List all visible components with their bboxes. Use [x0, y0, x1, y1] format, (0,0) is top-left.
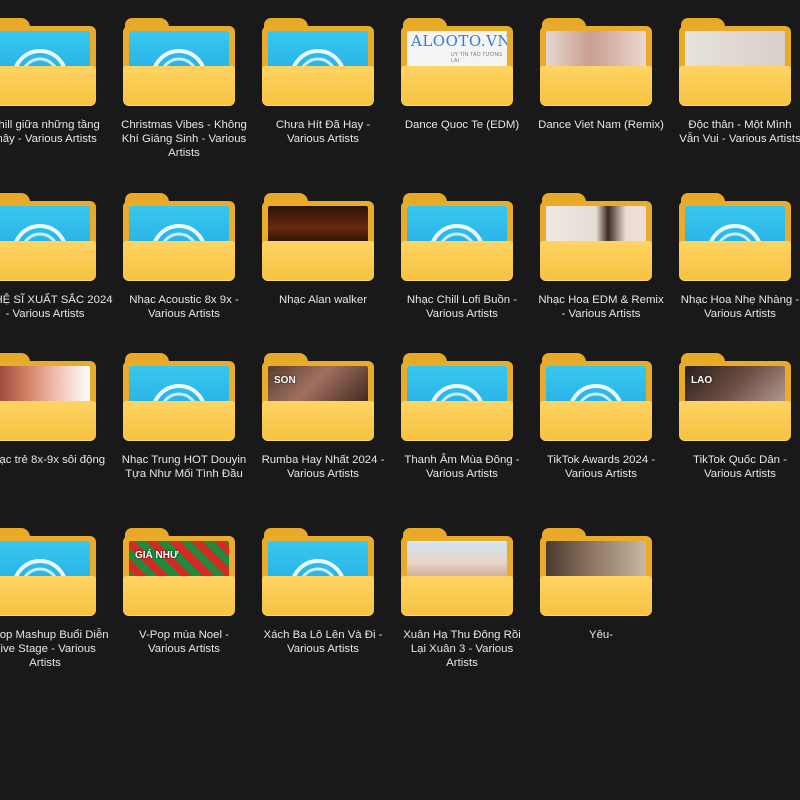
music-disc-icon [407, 366, 507, 406]
thumbnail-text: GIÁ NHƯ [135, 550, 179, 561]
folder-name: Rumba Hay Nhất 2024 - Various Artists [261, 454, 385, 480]
folder-name: Nhạc Alan walker [278, 294, 367, 306]
folder-name: Xách Ba Lô Lên Và Đi - Various Artists [263, 629, 383, 655]
folder-icon: LAO [679, 353, 791, 441]
folder-thumbnail: SON [268, 366, 368, 406]
folder-name: Yêu- [588, 629, 614, 641]
thumbnail-sub-text: UY TÍN TẠO TƯƠNG LAI [451, 52, 503, 64]
folder-icon [123, 353, 235, 441]
music-disc-icon [685, 206, 785, 246]
folder-thumbnail [268, 206, 368, 246]
folder-item[interactable]: Nhạc Hoa Nhẹ Nhàng - Various Artists [675, 175, 800, 335]
folder-name: Christmas Vibes - Không Khí Giáng Sinh -… [121, 119, 247, 159]
folder-name: TikTok Awards 2024 - Various Artists [546, 454, 656, 480]
folder-name: TikTok Quốc Dân - Various Artists [693, 454, 787, 480]
folder-icon [540, 193, 652, 281]
folder-name: Nhạc Chill Lofi Buồn - Various Artists [406, 294, 518, 320]
folder-icon [679, 193, 791, 281]
folder-name: Dance Viet Nam (Remix) [538, 119, 664, 131]
folder-name: Thanh Âm Mùa Đông - Various Artists [404, 454, 520, 480]
folder-item[interactable]: NGHỆ SĨ XUẤT SẮC 2024 - Various Artists [0, 175, 113, 335]
folder-item[interactable]: TikTok Awards 2024 - Various Artists [536, 335, 666, 495]
folder-icon [401, 353, 513, 441]
folder-thumbnail [685, 31, 785, 71]
folder-icon [0, 353, 96, 441]
folder-icon: ALOOTO.VN UY TÍN TẠO TƯƠNG LAI [401, 18, 513, 106]
folder-icon [540, 353, 652, 441]
folder-icon [401, 193, 513, 281]
folder-item[interactable]: Nhạc Chill Lofi Buồn - Various Artists [397, 175, 527, 335]
music-disc-icon [0, 541, 90, 581]
folder-name: Độc thân - Một Mình Vẫn Vui - Various Ar… [679, 119, 800, 145]
music-disc-icon [0, 31, 90, 71]
folder-thumbnail [407, 541, 507, 581]
folder-item[interactable]: V-Pop Mashup Buổi Diễn Live Stage - Vari… [0, 510, 110, 670]
music-disc-icon [268, 31, 368, 71]
folder-name: Nhạc Trung HOT Douyin Tựa Như Mối Tình Đ… [121, 454, 247, 480]
music-disc-icon [129, 31, 229, 71]
folder-icon [123, 193, 235, 281]
folder-name: Xuân Hạ Thu Đông Rồi Lại Xuân 3 - Variou… [403, 629, 521, 669]
folder-thumbnail: GIÁ NHƯ [129, 541, 229, 581]
folder-name: Dance Quoc Te (EDM) [404, 119, 520, 131]
folder-name: V-Pop mùa Noel - Various Artists [139, 629, 229, 655]
folder-thumbnail [0, 366, 90, 406]
folder-item[interactable]: SON Rumba Hay Nhất 2024 - Various Artists [258, 335, 388, 495]
folder-thumbnail [546, 541, 646, 581]
folder-name: Chill giữa những tầng mây - Various Arti… [0, 119, 100, 145]
music-disc-icon [0, 206, 90, 246]
folder-name: V-Pop Mashup Buổi Diễn Live Stage - Vari… [0, 629, 109, 669]
music-disc-icon [268, 541, 368, 581]
folder-item[interactable]: ALOOTO.VN UY TÍN TẠO TƯƠNG LAI Dance Quoc … [397, 0, 527, 160]
folder-thumbnail [546, 31, 646, 71]
folder-item[interactable]: Chill giữa những tầng mây - Various Arti… [0, 0, 110, 160]
folder-item[interactable]: Nhạc Alan walker [258, 175, 388, 335]
thumbnail-text: LAO [691, 375, 713, 386]
thumbnail-logo-text: ALOOTO.VN [411, 32, 507, 50]
folder-item[interactable]: Xách Ba Lô Lên Và Đi - Various Artists [258, 510, 388, 670]
folder-item[interactable]: Christmas Vibes - Không Khí Giáng Sinh -… [119, 0, 249, 160]
folder-name: Chưa Hít Đã Hay - Various Artists [275, 119, 371, 145]
folder-name: Nhạc trẻ 8x-9x sôi động [0, 454, 106, 466]
music-disc-icon [129, 366, 229, 406]
folder-icon: SON [262, 353, 374, 441]
folder-grid: Chill giữa những tầng mây - Various Arti… [0, 0, 800, 800]
folder-item[interactable]: Nhạc Acoustic 8x 9x - Various Artists [119, 175, 249, 335]
folder-icon [0, 193, 96, 281]
folder-thumbnail: ALOOTO.VN UY TÍN TẠO TƯƠNG LAI [407, 31, 507, 71]
folder-icon: GIÁ NHƯ [123, 528, 235, 616]
folder-item[interactable]: Nhạc trẻ 8x-9x sôi động [0, 335, 110, 495]
folder-item[interactable]: Thanh Âm Mùa Đông - Various Artists [397, 335, 527, 495]
music-disc-icon [407, 206, 507, 246]
folder-name: Nhạc Acoustic 8x 9x - Various Artists [129, 294, 239, 320]
folder-icon [401, 528, 513, 616]
folder-icon [540, 18, 652, 106]
folder-icon [540, 528, 652, 616]
thumbnail-text: SON [274, 375, 296, 386]
folder-icon [123, 18, 235, 106]
folder-item[interactable]: Nhạc Trung HOT Douyin Tựa Như Mối Tình Đ… [119, 335, 249, 495]
folder-icon [0, 528, 96, 616]
folder-item[interactable]: Yêu- [536, 510, 666, 670]
folder-name: Nhạc Hoa Nhẹ Nhàng - Various Artists [680, 294, 800, 320]
folder-item[interactable]: Dance Viet Nam (Remix) [536, 0, 666, 160]
folder-thumbnail: LAO [685, 366, 785, 406]
folder-item[interactable]: Độc thân - Một Mình Vẫn Vui - Various Ar… [675, 0, 800, 160]
folder-name: NGHỆ SĨ XUẤT SẮC 2024 - Various Artists [0, 294, 113, 320]
folder-item[interactable]: Nhạc Hoa EDM & Remix - Various Artists [536, 175, 666, 335]
folder-icon [262, 193, 374, 281]
music-disc-icon [546, 366, 646, 406]
folder-item[interactable]: GIÁ NHƯ V-Pop mùa Noel - Various Artists [119, 510, 249, 670]
folder-name: Nhạc Hoa EDM & Remix - Various Artists [538, 294, 664, 320]
folder-item[interactable]: Xuân Hạ Thu Đông Rồi Lại Xuân 3 - Variou… [397, 510, 527, 670]
folder-thumbnail [546, 206, 646, 246]
folder-icon [679, 18, 791, 106]
folder-item[interactable]: Chưa Hít Đã Hay - Various Artists [258, 0, 388, 160]
folder-icon [0, 18, 96, 106]
folder-icon [262, 18, 374, 106]
folder-icon [262, 528, 374, 616]
music-disc-icon [129, 206, 229, 246]
folder-item[interactable]: LAO TikTok Quốc Dân - Various Artists [675, 335, 800, 495]
